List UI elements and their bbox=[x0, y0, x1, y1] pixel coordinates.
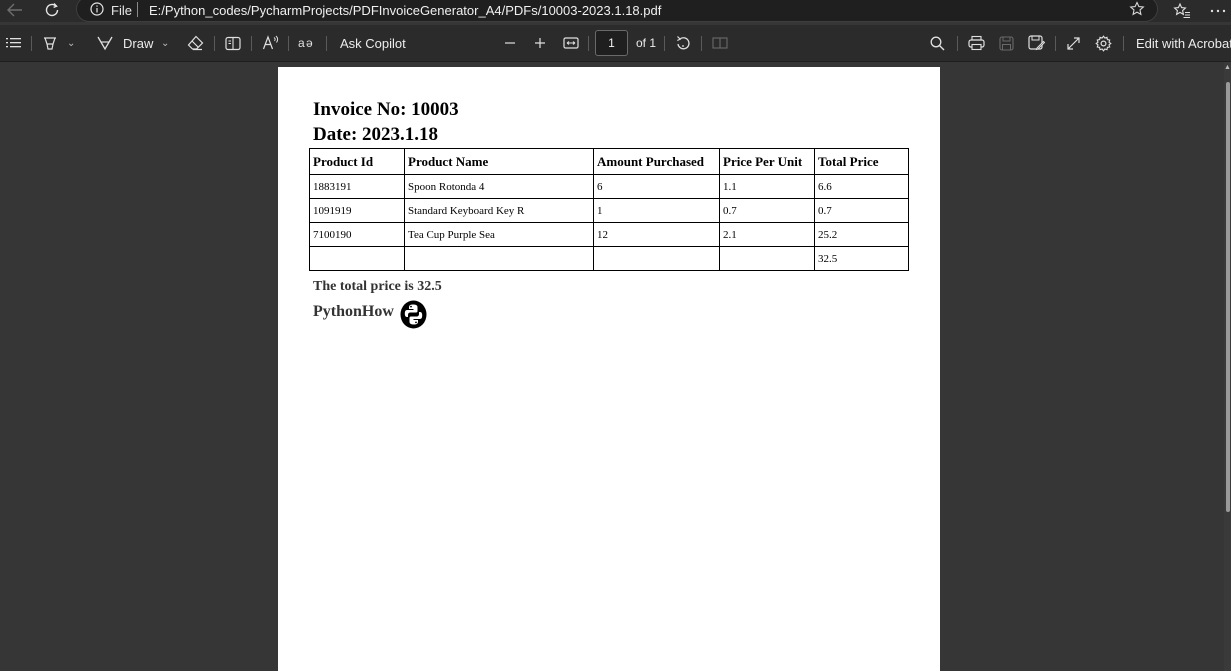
url-scheme-label: File bbox=[111, 3, 132, 18]
chevron-down-icon[interactable]: ⌄ bbox=[67, 34, 75, 52]
toolbar-divider bbox=[326, 36, 327, 51]
search-icon[interactable] bbox=[930, 34, 945, 52]
toolbar-divider bbox=[251, 36, 252, 51]
table-row: 1091919 Standard Keyboard Key R 1 0.7 0.… bbox=[309, 198, 909, 223]
more-icon[interactable] bbox=[1209, 2, 1227, 20]
gear-icon[interactable] bbox=[1095, 34, 1112, 52]
page-count-label: of 1 bbox=[636, 36, 657, 50]
chevron-down-icon[interactable]: ⌄ bbox=[161, 34, 169, 52]
table-cell: Standard Keyboard Key R bbox=[404, 198, 594, 223]
edit-with-acrobat-button[interactable]: Edit with Acrobat bbox=[1136, 34, 1231, 52]
column-header: Amount Purchased bbox=[593, 148, 720, 175]
table-cell: 6.6 bbox=[814, 174, 909, 199]
table-header-row: Product Id Product Name Amount Purchased… bbox=[309, 148, 909, 175]
table-of-contents-icon[interactable] bbox=[6, 34, 22, 52]
toolbar-divider bbox=[957, 36, 958, 51]
toolbar-divider bbox=[214, 36, 215, 51]
pdf-toolbar: ⌄ Draw ⌄ aə Ask Copilot 1 of 1 Edit with… bbox=[0, 25, 1231, 62]
page-view-icon[interactable] bbox=[225, 34, 241, 52]
table-cell: 2.1 bbox=[719, 222, 815, 247]
table-cell: 25.2 bbox=[814, 222, 909, 247]
table-cell: Tea Cup Purple Sea bbox=[404, 222, 594, 247]
toolbar-divider bbox=[701, 36, 702, 51]
table-cell: 0.7 bbox=[814, 198, 909, 223]
table-row: 1883191 Spoon Rotonda 4 6 1.1 6.6 bbox=[309, 174, 909, 199]
star-icon[interactable] bbox=[1129, 1, 1145, 17]
scroll-up-icon[interactable]: ▲ bbox=[1224, 64, 1231, 74]
toolbar-divider bbox=[664, 36, 665, 51]
table-cell: 7100190 bbox=[309, 222, 405, 247]
column-header: Total Price bbox=[814, 148, 909, 175]
toolbar-divider bbox=[288, 36, 289, 51]
table-cell: 32.5 bbox=[814, 246, 909, 271]
total-price-sentence: The total price is 32.5 bbox=[313, 279, 442, 294]
table-cell: 1883191 bbox=[309, 174, 405, 199]
table-cell: 12 bbox=[593, 222, 720, 247]
refresh-icon[interactable] bbox=[39, 0, 65, 20]
table-cell bbox=[404, 246, 594, 271]
print-icon[interactable] bbox=[968, 34, 985, 52]
highlighter-icon[interactable] bbox=[42, 34, 58, 52]
svg-text:ə: ə bbox=[306, 36, 313, 50]
eraser-icon[interactable] bbox=[187, 34, 204, 52]
pdf-page: Invoice No: 10003 Date: 2023.1.18 Produc… bbox=[278, 67, 940, 671]
toolbar-divider bbox=[588, 36, 589, 51]
invoice-title: Invoice No: 10003 bbox=[313, 99, 459, 120]
save-icon[interactable] bbox=[999, 34, 1014, 52]
expand-icon[interactable] bbox=[1066, 34, 1081, 52]
table-cell bbox=[593, 246, 720, 271]
table-cell: 1 bbox=[593, 198, 720, 223]
toolbar-divider bbox=[1055, 36, 1056, 51]
back-arrow-icon[interactable] bbox=[2, 0, 28, 20]
toolbar-divider bbox=[31, 36, 32, 51]
save-as-icon[interactable] bbox=[1028, 34, 1045, 52]
url-text[interactable]: E:/Python_codes/PycharmProjects/PDFInvoi… bbox=[149, 3, 661, 18]
python-logo-icon bbox=[400, 300, 427, 329]
table-cell: Spoon Rotonda 4 bbox=[404, 174, 594, 199]
draw-label: Draw bbox=[123, 35, 154, 51]
table-cell: 0.7 bbox=[719, 198, 815, 223]
ask-copilot-label: Ask Copilot bbox=[340, 35, 406, 51]
table-cell bbox=[719, 246, 815, 271]
svg-text:a: a bbox=[298, 36, 305, 50]
table-cell: 1.1 bbox=[719, 174, 815, 199]
table-total-row: 32.5 bbox=[309, 246, 909, 271]
two-page-icon[interactable] bbox=[712, 34, 728, 52]
rotate-icon[interactable] bbox=[675, 34, 691, 52]
table-cell bbox=[309, 246, 405, 271]
translate-icon[interactable]: aə bbox=[298, 34, 316, 52]
read-aloud-icon[interactable] bbox=[262, 34, 280, 52]
table-cell: 6 bbox=[593, 174, 720, 199]
page-count: of 1 bbox=[636, 34, 656, 52]
invoice-table: Product Id Product Name Amount Purchased… bbox=[309, 148, 909, 271]
company-name: PythonHow bbox=[313, 303, 394, 320]
column-header: Product Id bbox=[309, 148, 405, 175]
edit-with-acrobat-label: Edit with Acrobat bbox=[1136, 35, 1231, 51]
minus-icon[interactable] bbox=[504, 34, 516, 52]
url-divider bbox=[137, 2, 138, 17]
draw-button[interactable]: Draw bbox=[97, 34, 153, 52]
favorites-icon[interactable] bbox=[1173, 2, 1191, 20]
info-icon[interactable] bbox=[90, 2, 104, 16]
table-row: 7100190 Tea Cup Purple Sea 12 2.1 25.2 bbox=[309, 222, 909, 247]
toolbar-divider bbox=[1123, 36, 1124, 51]
browser-address-bar: File E:/Python_codes/PycharmProjects/PDF… bbox=[0, 0, 1231, 22]
page-number-input[interactable]: 1 bbox=[595, 30, 628, 56]
fit-width-icon[interactable] bbox=[563, 34, 579, 52]
table-cell: 1091919 bbox=[309, 198, 405, 223]
url-box[interactable]: File E:/Python_codes/PycharmProjects/PDF… bbox=[76, 0, 1158, 22]
invoice-date: Date: 2023.1.18 bbox=[313, 124, 439, 145]
scrollbar-thumb[interactable] bbox=[1226, 82, 1230, 512]
plus-icon[interactable] bbox=[534, 34, 546, 52]
draw-icon bbox=[97, 35, 113, 51]
column-header: Product Name bbox=[404, 148, 594, 175]
column-header: Price Per Unit bbox=[719, 148, 815, 175]
ask-copilot-button[interactable]: Ask Copilot bbox=[340, 34, 406, 52]
